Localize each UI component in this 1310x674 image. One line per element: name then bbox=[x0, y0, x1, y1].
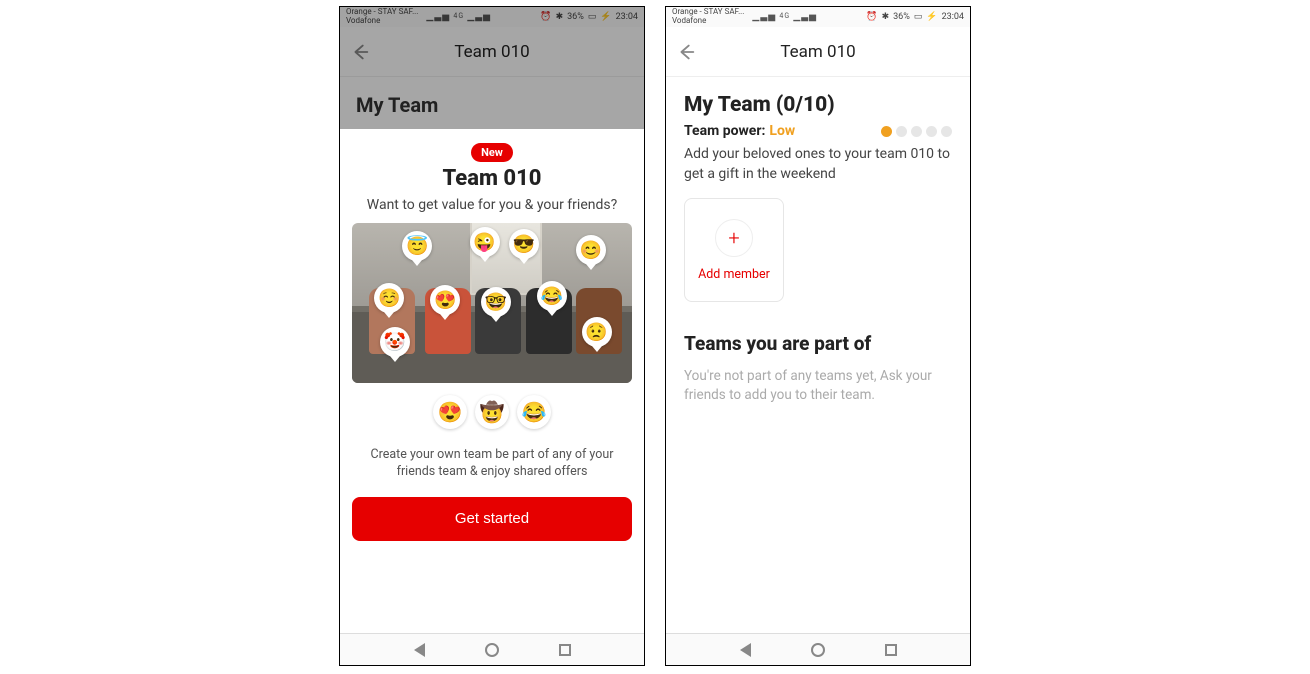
sheet-subtitle: Want to get value for you & your friends… bbox=[367, 197, 617, 213]
plus-icon: + bbox=[715, 219, 753, 257]
battery-icon: ▭ bbox=[914, 12, 923, 22]
hero-image: 😇 😜 😎 😊 ☺️ 😍 🤓 😂 🤡 😟 bbox=[352, 223, 632, 383]
team-power-label: Team power: bbox=[684, 123, 765, 139]
charging-icon: ⚡ bbox=[926, 12, 937, 22]
onboarding-sheet: New Team 010 Want to get value for you &… bbox=[340, 129, 644, 633]
android-nav-bar bbox=[340, 633, 644, 665]
phone-right: Orange - STAY SAF... Vodafone ▁▃▅ 4G ▁▃▅… bbox=[665, 6, 971, 666]
nav-home-icon[interactable] bbox=[811, 643, 825, 657]
chip-heart-eyes-icon: 😍 bbox=[433, 395, 467, 429]
sheet-title: Team 010 bbox=[443, 166, 542, 191]
chip-cowboy-icon: 🤠 bbox=[475, 395, 509, 429]
emoji-worry-icon: 😟 bbox=[582, 317, 612, 347]
emoji-nerd-icon: 🤓 bbox=[481, 287, 511, 317]
page-header: Team 010 bbox=[666, 27, 970, 77]
team-power-row: Team power: Low bbox=[684, 123, 952, 139]
emoji-lol-icon: 😂 bbox=[537, 281, 567, 311]
emoji-tongue-icon: 😜 bbox=[470, 227, 500, 257]
clock: 23:04 bbox=[942, 12, 964, 22]
new-badge: New bbox=[471, 143, 513, 162]
emoji-smile-icon: 😊 bbox=[576, 235, 606, 265]
chip-lol-icon: 😂 bbox=[517, 395, 551, 429]
nav-home-icon[interactable] bbox=[485, 643, 499, 657]
my-team-heading: My Team (0/10) bbox=[684, 93, 952, 117]
teams-empty-text: You're not part of any teams yet, Ask yo… bbox=[684, 367, 952, 405]
nav-back-icon[interactable] bbox=[740, 643, 751, 657]
nav-back-icon[interactable] bbox=[414, 643, 425, 657]
emoji-chip-row: 😍 🤠 😂 bbox=[433, 395, 551, 429]
nav-recent-icon[interactable] bbox=[885, 644, 897, 656]
team-power-value: Low bbox=[769, 123, 795, 139]
sheet-body: Create your own team be part of any of y… bbox=[350, 447, 634, 481]
team-power-dots bbox=[881, 126, 952, 137]
emoji-clown-icon: 🤡 bbox=[380, 327, 410, 357]
power-dot-icon bbox=[881, 126, 892, 137]
status-bar: Orange - STAY SAF... Vodafone ▁▃▅ 4G ▁▃▅… bbox=[666, 7, 970, 27]
my-team-description: Add your beloved ones to your team 010 t… bbox=[684, 145, 952, 184]
modal-backdrop[interactable] bbox=[340, 7, 644, 129]
signal-icon: ▁▃▅ 4G ▁▃▅ bbox=[752, 12, 817, 22]
nav-recent-icon[interactable] bbox=[559, 644, 571, 656]
power-dot-icon bbox=[896, 126, 907, 137]
teams-part-of-heading: Teams you are part of bbox=[684, 332, 952, 355]
power-dot-icon bbox=[926, 126, 937, 137]
add-member-card[interactable]: + Add member bbox=[684, 198, 784, 302]
carrier-2: Vodafone bbox=[672, 17, 744, 26]
android-nav-bar bbox=[666, 633, 970, 665]
get-started-button[interactable]: Get started bbox=[352, 497, 632, 541]
power-dot-icon bbox=[911, 126, 922, 137]
bluetooth-icon: ✱ bbox=[882, 12, 890, 22]
battery-percent: 36% bbox=[893, 12, 910, 22]
emoji-halo-icon: 😇 bbox=[402, 231, 432, 261]
header-title: Team 010 bbox=[666, 42, 970, 62]
power-dot-icon bbox=[941, 126, 952, 137]
phone-left: Orange - STAY SAF... Vodafone ▁▃▅ 4G ▁▃▅… bbox=[339, 6, 645, 666]
add-member-label: Add member bbox=[698, 267, 770, 282]
alarm-icon: ⏰ bbox=[866, 12, 877, 22]
emoji-cool-icon: 😎 bbox=[509, 229, 539, 259]
